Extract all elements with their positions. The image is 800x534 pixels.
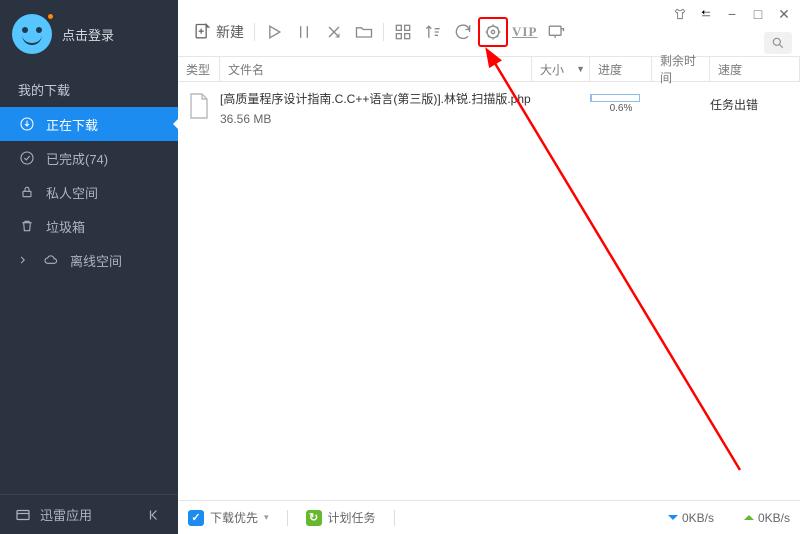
upload-speed: 0KB/s (744, 510, 790, 525)
nav-item-downloading[interactable]: 正在下载 (0, 107, 178, 141)
download-priority-label: 下载优先 (210, 509, 258, 526)
download-speed: 0KB/s (668, 510, 714, 525)
column-speed[interactable]: 速度 (710, 57, 800, 81)
nav-item-label: 垃圾箱 (46, 217, 85, 236)
column-progress[interactable]: 进度 (590, 57, 652, 81)
column-type[interactable]: 类型 (178, 57, 220, 81)
task-row[interactable]: [高质量程序设计指南.C.C++语言(第三版)].林锐.扫描版.php 36.5… (178, 82, 800, 136)
chevron-right-icon (18, 255, 28, 265)
nav-item-private[interactable]: 私人空间 (0, 175, 178, 209)
arrow-up-icon (744, 510, 754, 520)
check-circle-icon (18, 149, 36, 167)
task-status: 任务出错 (710, 90, 800, 128)
schedule-badge-icon: ↻ (306, 510, 322, 526)
nav-item-label: 离线空间 (70, 251, 122, 270)
priority-badge-icon: ✓ (188, 510, 204, 526)
nav-item-label: 私人空间 (46, 183, 98, 202)
sidebar: 点击登录 我的下载 正在下载 已完成(74) 私人空间 垃圾箱 (0, 0, 178, 534)
file-icon (178, 90, 220, 128)
lock-icon (18, 183, 36, 201)
nav-section-title: 我的下载 (0, 70, 178, 107)
arrow-down-icon (668, 515, 678, 525)
vip-button[interactable]: VIP (508, 24, 541, 40)
separator-icon (394, 510, 395, 526)
open-folder-button[interactable] (349, 17, 379, 47)
progress-percent: 0.6% (590, 103, 652, 114)
maximize-icon[interactable]: □ (750, 6, 766, 22)
column-headers: 类型 文件名 大小▼ 进度 剩余时间 速度 (178, 56, 800, 82)
nav-item-offline[interactable]: 离线空间 (0, 243, 178, 277)
delete-button[interactable] (319, 17, 349, 47)
scheduled-tasks-label: 计划任务 (328, 509, 376, 526)
grid-view-button[interactable] (388, 17, 418, 47)
column-filename[interactable]: 文件名 (220, 57, 532, 81)
separator-icon (287, 510, 288, 526)
new-task-button[interactable]: 新建 (186, 22, 250, 42)
task-list: [高质量程序设计指南.C.C++语言(第三版)].林锐.扫描版.php 36.5… (178, 82, 800, 500)
avatar-icon (12, 14, 52, 54)
main-area: − □ ✕ 新建 VIP 类型 文件名 大小▼ 进度 剩余时间 速度 (178, 0, 800, 534)
search-button[interactable] (764, 32, 792, 54)
nav: 我的下载 正在下载 已完成(74) 私人空间 垃圾箱 (0, 70, 178, 277)
new-task-label: 新建 (216, 22, 244, 42)
notification-dot-icon (48, 14, 53, 19)
sort-desc-icon: ▼ (576, 64, 585, 74)
nav-item-label: 已完成(74) (46, 149, 108, 168)
collapse-sidebar-icon[interactable] (146, 506, 164, 524)
nav-item-trash[interactable]: 垃圾箱 (0, 209, 178, 243)
separator-icon (383, 23, 384, 41)
task-size-cell (532, 90, 590, 128)
menu-icon[interactable] (698, 6, 714, 22)
speed-display: 0KB/s 0KB/s (668, 510, 790, 525)
cloud-icon (42, 251, 60, 269)
trash-icon (18, 217, 36, 235)
task-remaining-cell (652, 90, 710, 128)
download-priority-button[interactable]: ✓ 下载优先 ▾ (188, 509, 269, 526)
column-remaining[interactable]: 剩余时间 (652, 57, 710, 81)
skin-icon[interactable] (672, 6, 688, 22)
apps-icon[interactable] (14, 506, 32, 524)
column-size[interactable]: 大小▼ (532, 57, 590, 81)
pause-button[interactable] (289, 17, 319, 47)
task-filesize: 36.56 MB (220, 110, 532, 128)
window-controls: − □ ✕ (672, 6, 792, 22)
separator-icon (254, 23, 255, 41)
task-progress-cell: 0.6% (590, 90, 652, 128)
login-row[interactable]: 点击登录 (0, 0, 178, 64)
settings-button[interactable] (478, 17, 508, 47)
footer: ✓ 下载优先 ▾ ↻ 计划任务 0KB/s 0KB/s (178, 500, 800, 534)
nav-item-label: 正在下载 (46, 115, 98, 134)
scheduled-tasks-button[interactable]: ↻ 计划任务 (306, 509, 376, 526)
start-button[interactable] (259, 17, 289, 47)
minimize-icon[interactable]: − (724, 6, 740, 22)
task-filename-cell: [高质量程序设计指南.C.C++语言(第三版)].林锐.扫描版.php 36.5… (220, 90, 532, 128)
login-label[interactable]: 点击登录 (62, 25, 114, 44)
sort-button[interactable] (418, 17, 448, 47)
sidebar-footer-label[interactable]: 迅雷应用 (40, 505, 92, 524)
task-filename: [高质量程序设计指南.C.C++语言(第三版)].林锐.扫描版.php (220, 90, 532, 108)
nav-item-completed[interactable]: 已完成(74) (0, 141, 178, 175)
remote-download-button[interactable] (541, 17, 571, 47)
progress-bar (590, 94, 640, 102)
chevron-down-icon: ▾ (264, 512, 269, 523)
refresh-button[interactable] (448, 17, 478, 47)
sidebar-footer: 迅雷应用 (0, 494, 178, 534)
download-icon (18, 115, 36, 133)
close-icon[interactable]: ✕ (776, 6, 792, 22)
